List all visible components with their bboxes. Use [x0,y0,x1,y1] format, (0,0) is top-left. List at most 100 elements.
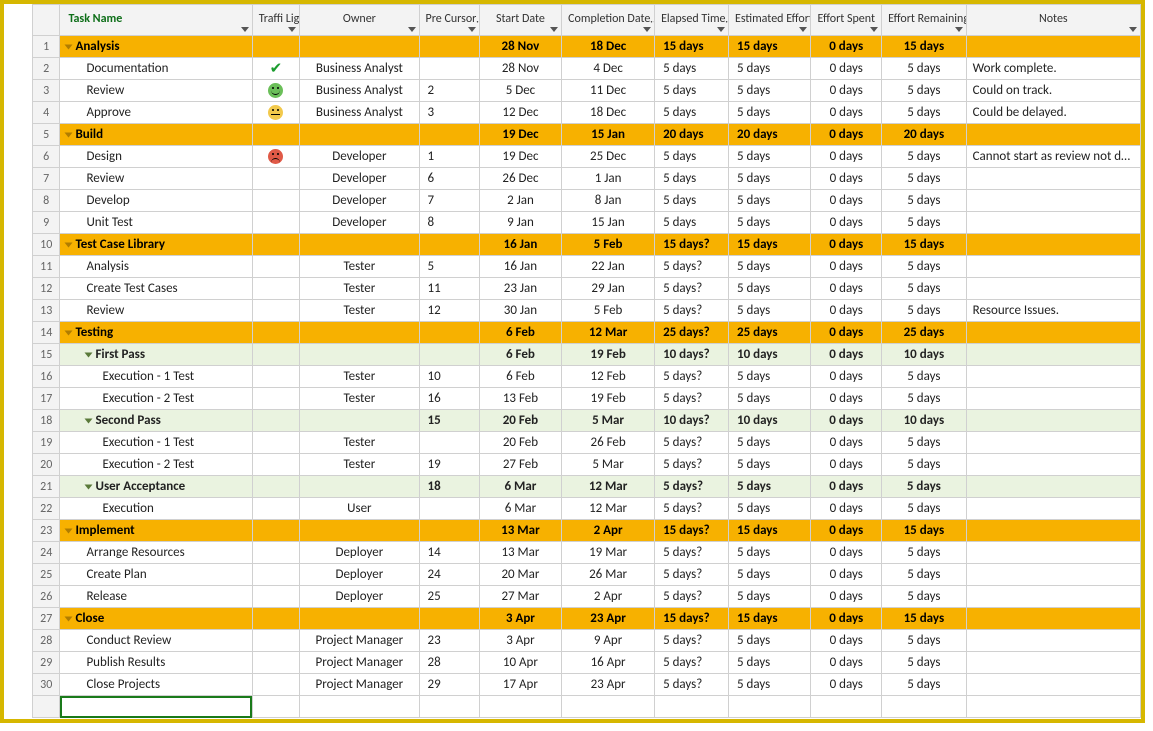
completion-date-cell[interactable]: 16 Apr [562,652,655,674]
effort-spent-cell[interactable]: 0 days [811,300,882,322]
effort-spent-cell[interactable]: 0 days [811,212,882,234]
traffic-cell[interactable] [252,520,300,542]
effort-spent-cell[interactable]: 0 days [811,102,882,124]
task-cell[interactable]: Close [60,608,252,630]
elapsed-time-cell[interactable]: 5 days [655,190,729,212]
traffic-cell[interactable] [252,366,300,388]
owner-cell[interactable]: Tester [300,432,419,454]
traffic-cell[interactable] [252,410,300,432]
elapsed-time-cell[interactable]: 5 days? [655,366,729,388]
effort-remaining-cell[interactable]: 5 days [882,146,966,168]
table-row[interactable]: 6DesignDeveloper119 Dec25 Dec5 days5 day… [33,146,1141,168]
collapse-icon[interactable] [65,616,73,621]
traffic-cell[interactable] [252,212,300,234]
traffic-cell[interactable] [252,432,300,454]
effort-remaining-cell[interactable]: 5 days [882,432,966,454]
elapsed-time-cell[interactable]: 5 days? [655,300,729,322]
row-number[interactable]: 12 [33,278,60,300]
table-row[interactable]: 16Execution - 1 TestTester106 Feb12 Feb5… [33,366,1141,388]
selected-cell[interactable] [60,696,252,718]
estimated-effort-cell[interactable]: 5 days [728,146,810,168]
owner-cell[interactable]: Deployer [300,586,419,608]
row-number[interactable]: 4 [33,102,60,124]
traffic-cell[interactable] [252,80,300,102]
pre-cursor-cell[interactable]: 7 [419,190,479,212]
pre-cursor-cell[interactable]: 8 [419,212,479,234]
notes-cell[interactable] [966,542,1140,564]
effort-remaining-cell[interactable]: 15 days [882,234,966,256]
row-number[interactable]: 18 [33,410,60,432]
start-date-cell[interactable]: 13 Mar [479,542,561,564]
traffic-cell[interactable] [252,586,300,608]
header-start[interactable]: Start Date [479,5,561,36]
owner-cell[interactable]: Tester [300,388,419,410]
row-number[interactable]: 27 [33,608,60,630]
estimated-effort-cell[interactable]: 5 days [728,674,810,696]
effort-spent-cell[interactable]: 0 days [811,168,882,190]
effort-remaining-cell[interactable]: 5 days [882,190,966,212]
row-number[interactable]: 30 [33,674,60,696]
task-cell[interactable]: Unit Test [60,212,252,234]
empty-cell[interactable] [966,696,1140,718]
traffic-cell[interactable] [252,146,300,168]
row-number[interactable]: 5 [33,124,60,146]
completion-date-cell[interactable]: 18 Dec [562,36,655,58]
owner-cell[interactable]: Developer [300,212,419,234]
row-number[interactable]: 11 [33,256,60,278]
owner-cell[interactable]: Business Analyst [300,58,419,80]
effort-remaining-cell[interactable]: 5 days [882,366,966,388]
filter-arrow-icon[interactable] [550,27,558,32]
effort-remaining-cell[interactable]: 10 days [882,410,966,432]
collapse-icon[interactable] [85,418,93,423]
completion-date-cell[interactable]: 2 Apr [562,520,655,542]
notes-cell[interactable] [966,366,1140,388]
table-row[interactable]: 11AnalysisTester516 Jan22 Jan5 days?5 da… [33,256,1141,278]
pre-cursor-cell[interactable] [419,498,479,520]
notes-cell[interactable] [966,388,1140,410]
owner-cell[interactable]: Developer [300,146,419,168]
traffic-cell[interactable] [252,454,300,476]
effort-spent-cell[interactable]: 0 days [811,630,882,652]
pre-cursor-cell[interactable]: 25 [419,586,479,608]
task-cell[interactable]: User Acceptance [60,476,252,498]
traffic-cell[interactable] [252,476,300,498]
effort-spent-cell[interactable]: 0 days [811,344,882,366]
notes-cell[interactable] [966,322,1140,344]
effort-remaining-cell[interactable]: 15 days [882,36,966,58]
effort-remaining-cell[interactable]: 5 days [882,542,966,564]
header-pre[interactable]: Pre Cursor [419,5,479,36]
start-date-cell[interactable]: 27 Mar [479,586,561,608]
start-date-cell[interactable]: 6 Feb [479,322,561,344]
completion-date-cell[interactable]: 2 Apr [562,586,655,608]
effort-remaining-cell[interactable]: 15 days [882,608,966,630]
pre-cursor-cell[interactable]: 14 [419,542,479,564]
effort-spent-cell[interactable]: 0 days [811,476,882,498]
notes-cell[interactable]: Resource Issues. [966,300,1140,322]
task-cell[interactable]: Publish Results [60,652,252,674]
effort-spent-cell[interactable]: 0 days [811,146,882,168]
traffic-cell[interactable] [252,608,300,630]
owner-cell[interactable] [300,410,419,432]
start-date-cell[interactable]: 16 Jan [479,234,561,256]
elapsed-time-cell[interactable]: 20 days [655,124,729,146]
traffic-cell[interactable] [252,388,300,410]
row-number[interactable]: 21 [33,476,60,498]
header-est[interactable]: Estimated Effort [728,5,810,36]
notes-cell[interactable] [966,586,1140,608]
elapsed-time-cell[interactable]: 5 days? [655,498,729,520]
row-number[interactable]: 16 [33,366,60,388]
start-date-cell[interactable]: 12 Dec [479,102,561,124]
table-row[interactable]: 9Unit TestDeveloper89 Jan15 Jan5 days5 d… [33,212,1141,234]
task-cell[interactable]: Conduct Review [60,630,252,652]
estimated-effort-cell[interactable]: 5 days [728,564,810,586]
pre-cursor-cell[interactable]: 11 [419,278,479,300]
task-cell[interactable]: Review [60,80,252,102]
completion-date-cell[interactable]: 29 Jan [562,278,655,300]
empty-cell[interactable] [479,696,561,718]
filter-arrow-icon[interactable] [241,27,249,32]
owner-cell[interactable]: Project Manager [300,674,419,696]
start-date-cell[interactable]: 23 Jan [479,278,561,300]
notes-cell[interactable]: Cannot start as review not done. [966,146,1140,168]
row-number[interactable]: 2 [33,58,60,80]
table-row[interactable] [33,696,1141,718]
